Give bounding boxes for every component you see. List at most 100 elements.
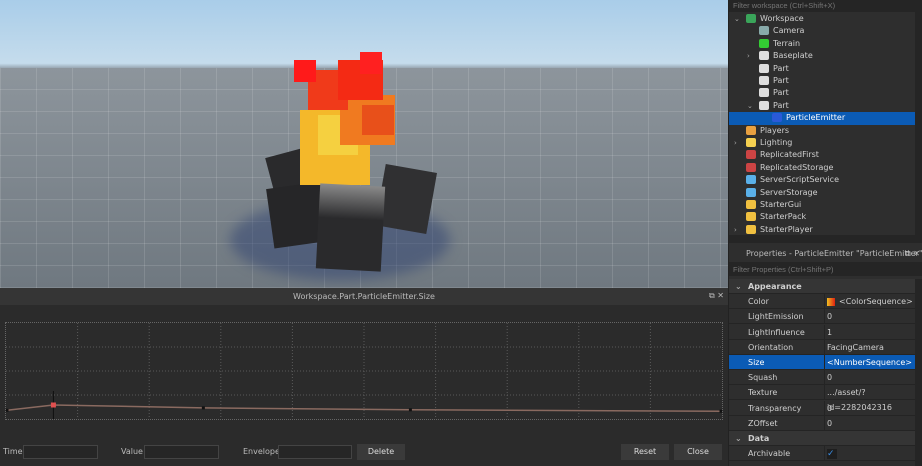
- globe-icon: [746, 14, 756, 23]
- tree-item[interactable]: Camera: [729, 25, 916, 37]
- property-value[interactable]: 1: [824, 324, 916, 340]
- chevron-down-icon: ⌄: [735, 282, 742, 291]
- property-row[interactable]: LightEmission 0: [729, 309, 916, 325]
- property-category[interactable]: Appearance ⌄: [729, 279, 916, 294]
- tree-item[interactable]: ReplicatedFirst: [729, 149, 916, 161]
- tree-item-label: Terrain: [773, 38, 801, 48]
- tree-item[interactable]: Part: [729, 75, 916, 87]
- property-row[interactable]: LightInfluence 1: [729, 324, 916, 340]
- property-row[interactable]: Size <NumberSequence>: [729, 355, 916, 370]
- properties-scrollbar[interactable]: [915, 279, 922, 466]
- property-name: Orientation: [748, 342, 794, 352]
- explorer-hscrollbar[interactable]: [729, 235, 922, 243]
- right-panel: ⌄ Workspace Camera Terrain › Baseplate Part Par…: [728, 0, 922, 466]
- tree-item[interactable]: ParticleEmitter: [729, 112, 916, 125]
- property-category[interactable]: Data ⌄: [729, 431, 916, 446]
- tree-item[interactable]: ⌄ Workspace: [729, 13, 916, 25]
- tree-item[interactable]: ReplicatedStorage: [729, 162, 916, 174]
- property-name: LightInfluence: [748, 327, 805, 337]
- checkbox-checked[interactable]: ✓: [827, 449, 837, 460]
- server-script-service-icon: [746, 175, 756, 185]
- tree-item[interactable]: Part: [729, 63, 916, 75]
- property-name: Archivable: [748, 449, 791, 459]
- tree-item-label: StarterPack: [760, 212, 807, 222]
- keypoint[interactable]: [50, 402, 56, 408]
- tree-item[interactable]: ⌄ Part: [729, 100, 916, 112]
- 3d-viewport[interactable]: [0, 0, 728, 288]
- value-input[interactable]: [144, 445, 219, 459]
- property-row[interactable]: Transparency 0: [729, 400, 916, 416]
- property-value[interactable]: ✓: [824, 446, 916, 462]
- tree-item-label: Camera: [773, 26, 805, 36]
- property-value[interactable]: 0: [824, 415, 916, 431]
- tree-item[interactable]: Players: [729, 125, 916, 137]
- part-icon: [759, 51, 769, 61]
- tree-item-label: ParticleEmitter: [786, 113, 846, 123]
- property-value[interactable]: 0: [824, 370, 916, 386]
- tree-item-label: Workspace: [760, 14, 804, 23]
- tree-item[interactable]: StarterGui: [729, 199, 916, 211]
- close-button[interactable]: Close: [674, 444, 722, 460]
- property-row[interactable]: Color <ColorSequence>: [729, 294, 916, 310]
- delete-button[interactable]: Delete: [357, 444, 405, 460]
- explorer-scrollbar[interactable]: [915, 12, 922, 235]
- keypoint[interactable]: [408, 408, 412, 412]
- category-label: Appearance: [748, 282, 802, 291]
- property-row[interactable]: ZOffset 0: [729, 415, 916, 431]
- sequence-graph[interactable]: [5, 322, 723, 420]
- tree-item-label: Baseplate: [773, 51, 813, 61]
- property-name: Texture: [748, 388, 778, 398]
- chevron-right-icon[interactable]: ›: [747, 50, 750, 62]
- tree-item[interactable]: › Baseplate: [729, 50, 916, 62]
- property-row[interactable]: Texture .../asset/?id=2282042316: [729, 385, 916, 412]
- envelope-input[interactable]: [278, 445, 352, 459]
- flame-particle: [362, 105, 394, 135]
- property-value[interactable]: <ColorSequence>: [824, 294, 916, 310]
- explorer-filter-input[interactable]: [729, 0, 922, 12]
- tree-item[interactable]: › Lighting: [729, 137, 916, 149]
- time-input[interactable]: [23, 445, 98, 459]
- tree-item-label: Part: [773, 88, 789, 98]
- property-name: ZOffset: [748, 418, 778, 428]
- time-label: Time: [3, 447, 23, 456]
- tree-item-label: ServerStorage: [760, 187, 818, 197]
- chevron-right-icon[interactable]: ›: [734, 137, 737, 149]
- tree-item[interactable]: Terrain: [729, 38, 916, 50]
- tree-item-label: ServerScriptService: [760, 175, 840, 185]
- chevron-down-icon: ⌄: [735, 434, 742, 443]
- part-icon: [759, 88, 769, 98]
- starter-player-icon: [746, 224, 756, 234]
- envelope-label: Envelope: [243, 447, 280, 456]
- properties-title: Properties - ParticleEmitter "ParticleEm…: [729, 245, 922, 262]
- chevron-down-icon[interactable]: ⌄: [747, 100, 753, 112]
- close-icon[interactable]: ✕: [717, 291, 724, 300]
- tree-item-label: Part: [773, 100, 789, 110]
- tree-item[interactable]: StarterPack: [729, 211, 916, 223]
- property-value[interactable]: .../asset/?id=2282042316: [824, 385, 916, 412]
- chevron-down-icon[interactable]: ⌄: [734, 13, 740, 25]
- keypoint[interactable]: [719, 409, 723, 413]
- keypoint[interactable]: [5, 408, 9, 412]
- graph-svg[interactable]: [5, 323, 723, 419]
- dock-icon[interactable]: ⧉: [709, 291, 715, 300]
- property-value[interactable]: 0: [824, 309, 916, 325]
- properties-filter-input[interactable]: [729, 262, 922, 276]
- property-row[interactable]: Squash 0: [729, 370, 916, 386]
- keypoint[interactable]: [201, 406, 205, 410]
- property-row[interactable]: Archivable ✓: [729, 446, 916, 462]
- tree-item[interactable]: ServerStorage: [729, 187, 916, 199]
- tree-item[interactable]: Part: [729, 87, 916, 99]
- property-value[interactable]: <NumberSequence>: [824, 355, 916, 370]
- tree-item[interactable]: ServerScriptService: [729, 174, 916, 186]
- property-value[interactable]: 0: [824, 400, 916, 416]
- property-value-text: 0: [827, 403, 833, 413]
- property-name: LightEmission: [748, 312, 804, 322]
- tree-item-label: ReplicatedFirst: [760, 150, 819, 160]
- reset-button[interactable]: Reset: [621, 444, 669, 460]
- property-value[interactable]: FacingCamera: [824, 339, 916, 355]
- property-row[interactable]: Orientation FacingCamera: [729, 339, 916, 355]
- close-icon[interactable]: ⧉ ✕: [905, 249, 920, 259]
- part-icon: [759, 100, 769, 110]
- property-value-text: 0: [827, 418, 833, 428]
- property-name: Size: [748, 358, 765, 367]
